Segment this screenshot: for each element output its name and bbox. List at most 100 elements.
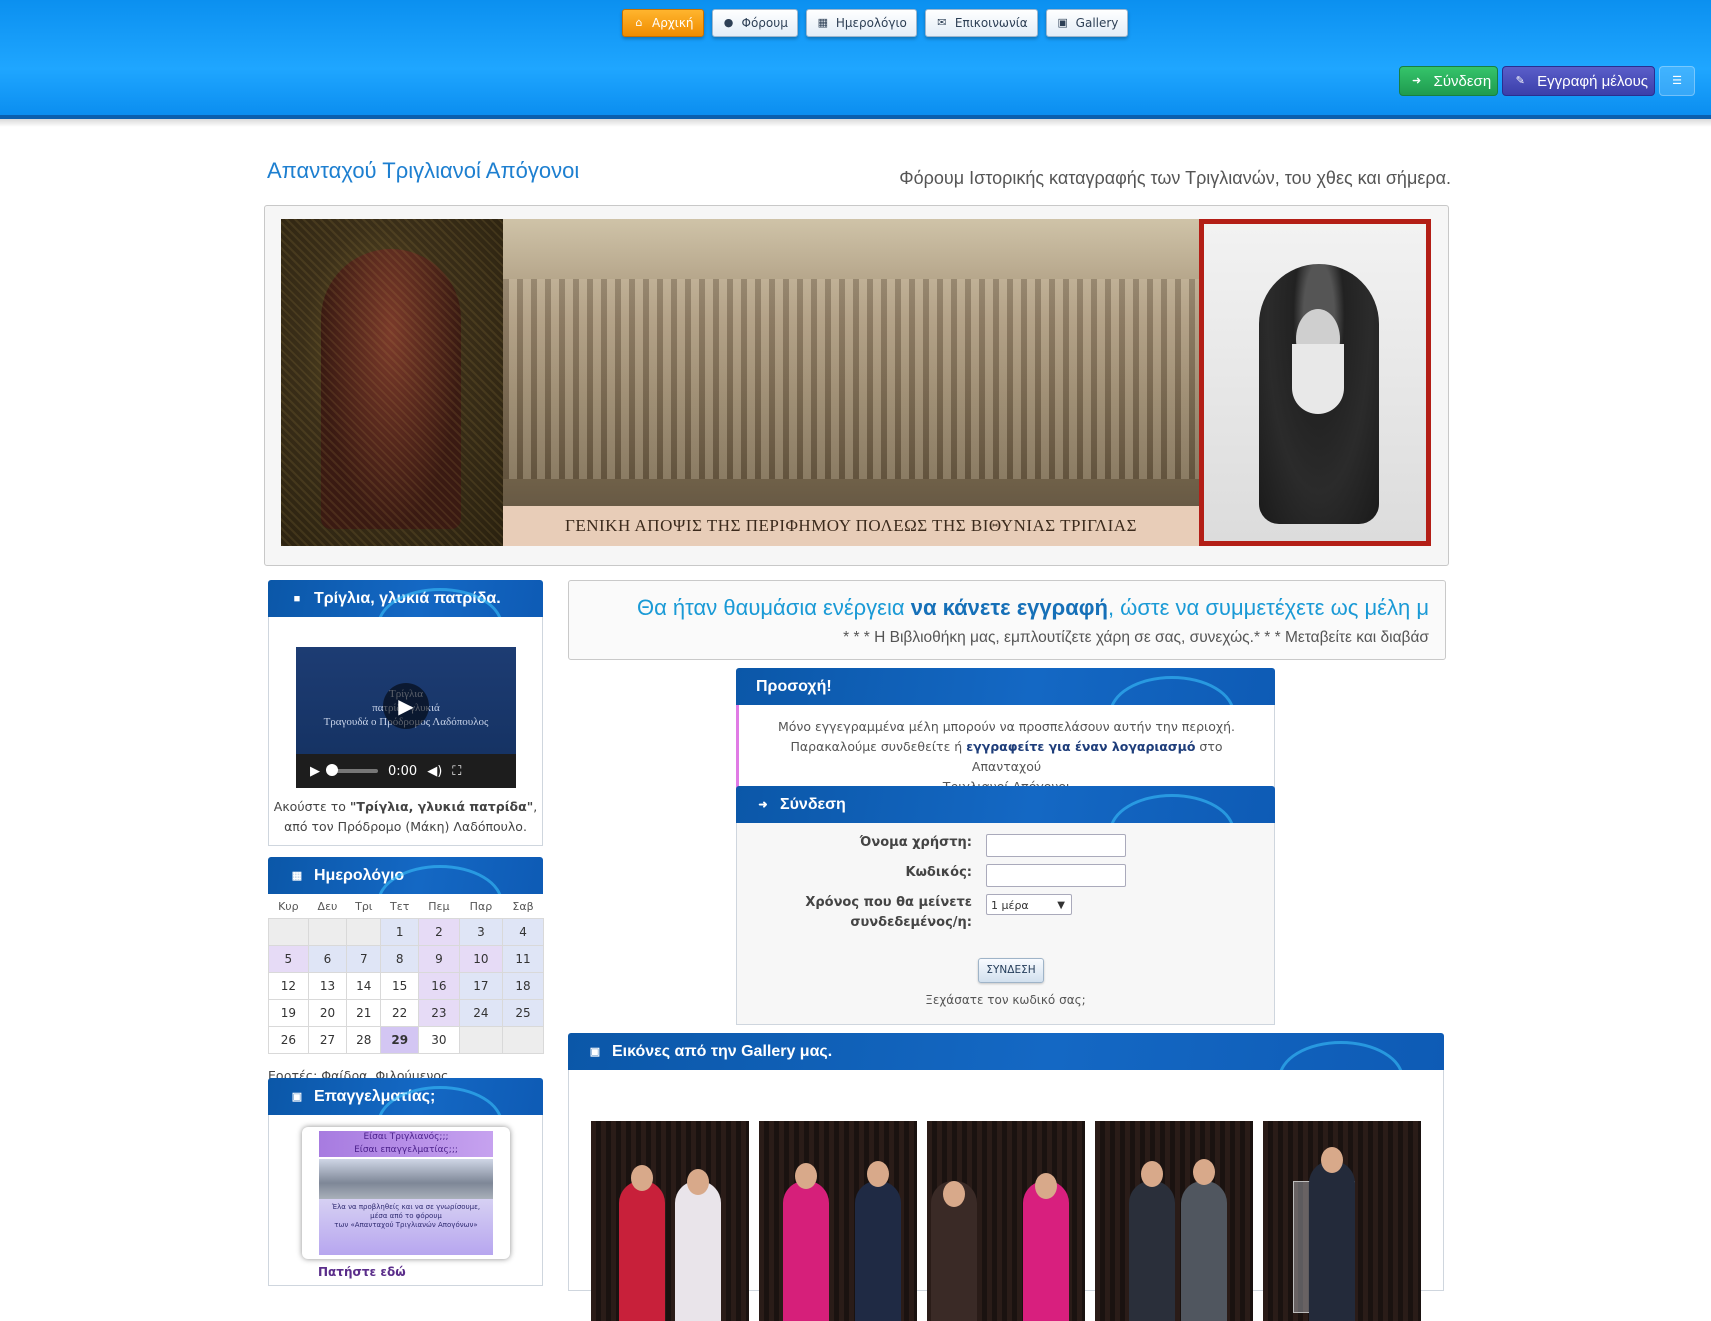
calendar-day[interactable]: 13 xyxy=(307,972,348,1000)
video-controls: ▶ 0:00 ◀) ⛶ xyxy=(296,754,516,788)
forgot-password-link[interactable]: Ξεχάσατε τον κωδικό σας; xyxy=(737,993,1274,1007)
video-time: 0:00 xyxy=(388,763,418,779)
calendar-day[interactable]: 28 xyxy=(346,1026,382,1054)
ad-line: των «Απανταχού Τριγλιανών Απογόνων» xyxy=(334,1221,478,1229)
play-icon[interactable]: ▶ xyxy=(310,764,320,779)
seek-slider[interactable] xyxy=(326,764,378,776)
calendar-day[interactable]: 20 xyxy=(307,999,348,1027)
calendar-day[interactable]: 2 xyxy=(417,918,460,946)
professional-ad-image[interactable]: Είσαι Τριγλιανός;;; Είσαι επαγγελματίας;… xyxy=(302,1127,510,1259)
gallery-thumbnail[interactable] xyxy=(1095,1121,1253,1321)
register-account-link[interactable]: εγγραφείτε για έναν λογαριασμό xyxy=(966,739,1195,754)
calendar-day[interactable]: 27 xyxy=(307,1026,348,1054)
calendar-day[interactable]: 15 xyxy=(380,972,419,1000)
calendar-day[interactable]: 30 xyxy=(417,1026,460,1054)
nav-forum-label: Φόρουμ xyxy=(741,16,788,30)
calendar-empty-cell xyxy=(458,1026,504,1054)
login-submit-button[interactable]: ΣΥΝΔΕΣΗ xyxy=(978,958,1044,983)
account-buttons: ➜ Σύνδεση ✎ Εγγραφή μέλους ☰ xyxy=(1398,66,1695,96)
calendar-day[interactable]: 1 xyxy=(380,918,419,946)
calendar-week-row: 12 13 14 15 16 17 18 xyxy=(268,972,544,1000)
login-form: Όνομα χρήστη: Κωδικός: Χρόνος που θα μεί… xyxy=(736,823,1275,1025)
nav-home-label: Αρχική xyxy=(652,16,694,30)
nav-contact-button[interactable]: ✉ Επικοινωνία xyxy=(924,9,1038,37)
site-description: Φόρουμ Ιστορικής καταγραφής των Τριγλιαν… xyxy=(899,168,1451,188)
nav-contact-label: Επικοινωνία xyxy=(954,16,1028,30)
calendar-panel-header[interactable]: ▦ Ημερολόγιο xyxy=(268,857,543,894)
banner-caption: ΓΕΝΙΚΗ ΑΠΟΨΙΣ ΤΗΣ ΠΕΡΙΦΗΜΟΥ ΠΟΛΕΩΣ ΤΗΣ Β… xyxy=(503,506,1199,546)
calendar-week-row: 19 20 21 22 23 24 25 xyxy=(268,999,544,1027)
gallery-thumbnail[interactable] xyxy=(759,1121,917,1321)
calendar-day[interactable]: 11 xyxy=(502,945,544,973)
session-duration-select[interactable]: 1 μέρα ▼ xyxy=(986,894,1072,915)
login-button-label: Σύνδεση xyxy=(1433,72,1492,90)
fullscreen-icon[interactable]: ⛶ xyxy=(452,764,461,779)
byzantine-icon-image xyxy=(281,219,503,546)
password-input[interactable] xyxy=(986,864,1126,887)
calendar-panel: ▦ Ημερολόγιο Κυρ Δευ Τρι Τετ Πεμ Παρ Σαβ 12345… xyxy=(268,857,544,1083)
calendar-week-row: 26 27 28 29 30 xyxy=(268,1026,544,1054)
calendar-icon: ▦ xyxy=(817,16,829,29)
calendar-day[interactable]: 9 xyxy=(417,945,460,973)
menu-toggle-button[interactable]: ☰ xyxy=(1659,66,1695,96)
nav-gallery-label: Gallery xyxy=(1075,16,1119,30)
username-input[interactable] xyxy=(986,834,1126,857)
gallery-thumbnails xyxy=(591,1121,1421,1321)
register-link[interactable]: να κάνετε εγγραφή xyxy=(911,595,1108,620)
gallery-title: Εικόνες από την Gallery μας. xyxy=(612,1042,833,1060)
gallery-thumbnail[interactable] xyxy=(591,1121,749,1321)
calendar-day[interactable]: 12 xyxy=(268,972,309,1000)
gallery-header: ▣ Εικόνες από την Gallery μας. xyxy=(568,1033,1444,1070)
video-caption: Ακούστε το "Τρίγλια, γλυκιά πατρίδα", απ… xyxy=(273,799,538,834)
weekday-header: Τετ xyxy=(380,894,419,919)
video-panel: ■ Τρίγλια, γλυκιά πατρίδα. Τρίγλια πατρί… xyxy=(268,580,543,846)
video-player[interactable]: Τρίγλια πατρίδα γλυκιά Τραγουδά ο Πρόδρο… xyxy=(296,647,516,788)
nav-home-button[interactable]: ⌂ Αρχική xyxy=(622,9,704,37)
login-button[interactable]: ➜ Σύνδεση xyxy=(1398,66,1499,96)
play-overlay-button[interactable]: ▶ xyxy=(383,683,429,729)
calendar-day[interactable]: 19 xyxy=(268,999,309,1027)
ad-line: Είσαι Τριγλιανός;;; xyxy=(363,1132,449,1142)
register-button-label: Εγγραφή μέλους xyxy=(1537,72,1648,90)
nav-gallery-button[interactable]: ▣ Gallery xyxy=(1045,9,1129,37)
calendar-day[interactable]: 18 xyxy=(502,972,544,1000)
calendar-day[interactable]: 5 xyxy=(268,945,309,973)
calendar-day[interactable]: 14 xyxy=(346,972,382,1000)
gallery-thumbnail[interactable] xyxy=(1263,1121,1421,1321)
volume-icon[interactable]: ◀) xyxy=(427,764,442,779)
calendar-day[interactable]: 10 xyxy=(458,945,504,973)
professional-panel-header: ▣ Επαγγελματίας; xyxy=(268,1078,543,1115)
song-name: "Τρίγλια, γλυκιά πατρίδα" xyxy=(349,799,534,814)
calendar-day[interactable]: 7 xyxy=(346,945,382,973)
calendar-day[interactable]: 3 xyxy=(458,918,504,946)
calendar-week-row: 1234 xyxy=(268,918,544,946)
mini-calendar: Κυρ Δευ Τρι Τετ Πεμ Παρ Σαβ 1 2 3 4 5 6 7 8 9 10 11 12 13 1… xyxy=(268,894,544,1054)
marquee-line-2: * * * Η Βιβλιοθήκη μας, εμπλουτίζετε χάρ… xyxy=(843,629,1429,646)
gallery-panel: ▣ Εικόνες από την Gallery μας. xyxy=(568,1033,1444,1321)
calendar-day[interactable]: 16 xyxy=(417,972,460,1000)
image-icon: ▣ xyxy=(1057,16,1068,29)
calendar-day[interactable]: 6 xyxy=(307,945,348,973)
gallery-thumbnail[interactable] xyxy=(927,1121,1085,1321)
calendar-day[interactable]: 8 xyxy=(380,945,419,973)
nav-forum-button[interactable]: ● Φόρουμ xyxy=(711,9,798,37)
ad-town-photo xyxy=(319,1159,493,1199)
calendar-day[interactable]: 23 xyxy=(417,999,460,1027)
notice-title: Προσοχή! xyxy=(756,677,832,695)
register-button[interactable]: ✎ Εγγραφή μέλους xyxy=(1502,66,1655,96)
list-icon: ☰ xyxy=(1672,75,1682,87)
calendar-day[interactable]: 21 xyxy=(346,999,382,1027)
calendar-day[interactable]: 26 xyxy=(268,1026,309,1054)
calendar-day[interactable]: 4 xyxy=(502,918,544,946)
calendar-panel-title: Ημερολόγιο xyxy=(314,866,405,884)
calendar-day[interactable]: 29 xyxy=(380,1026,419,1054)
calendar-day[interactable]: 17 xyxy=(458,972,504,1000)
site-title[interactable]: Απανταχού Τριγλιανοί Απόγονοι xyxy=(267,158,579,184)
login-box: ➜ Σύνδεση Όνομα χρήστη: Κωδικός: Χρόνος … xyxy=(736,786,1275,1025)
calendar-day[interactable]: 22 xyxy=(380,999,419,1027)
nav-calendar-button[interactable]: ▦ Ημερολόγιο xyxy=(805,9,917,37)
calendar-day[interactable]: 25 xyxy=(502,999,544,1027)
calendar-day[interactable]: 24 xyxy=(458,999,504,1027)
notice-header: Προσοχή! xyxy=(736,668,1275,705)
session-duration-label: Χρόνος που θα μείνετε συνδεδεμένος/η: xyxy=(805,895,972,930)
